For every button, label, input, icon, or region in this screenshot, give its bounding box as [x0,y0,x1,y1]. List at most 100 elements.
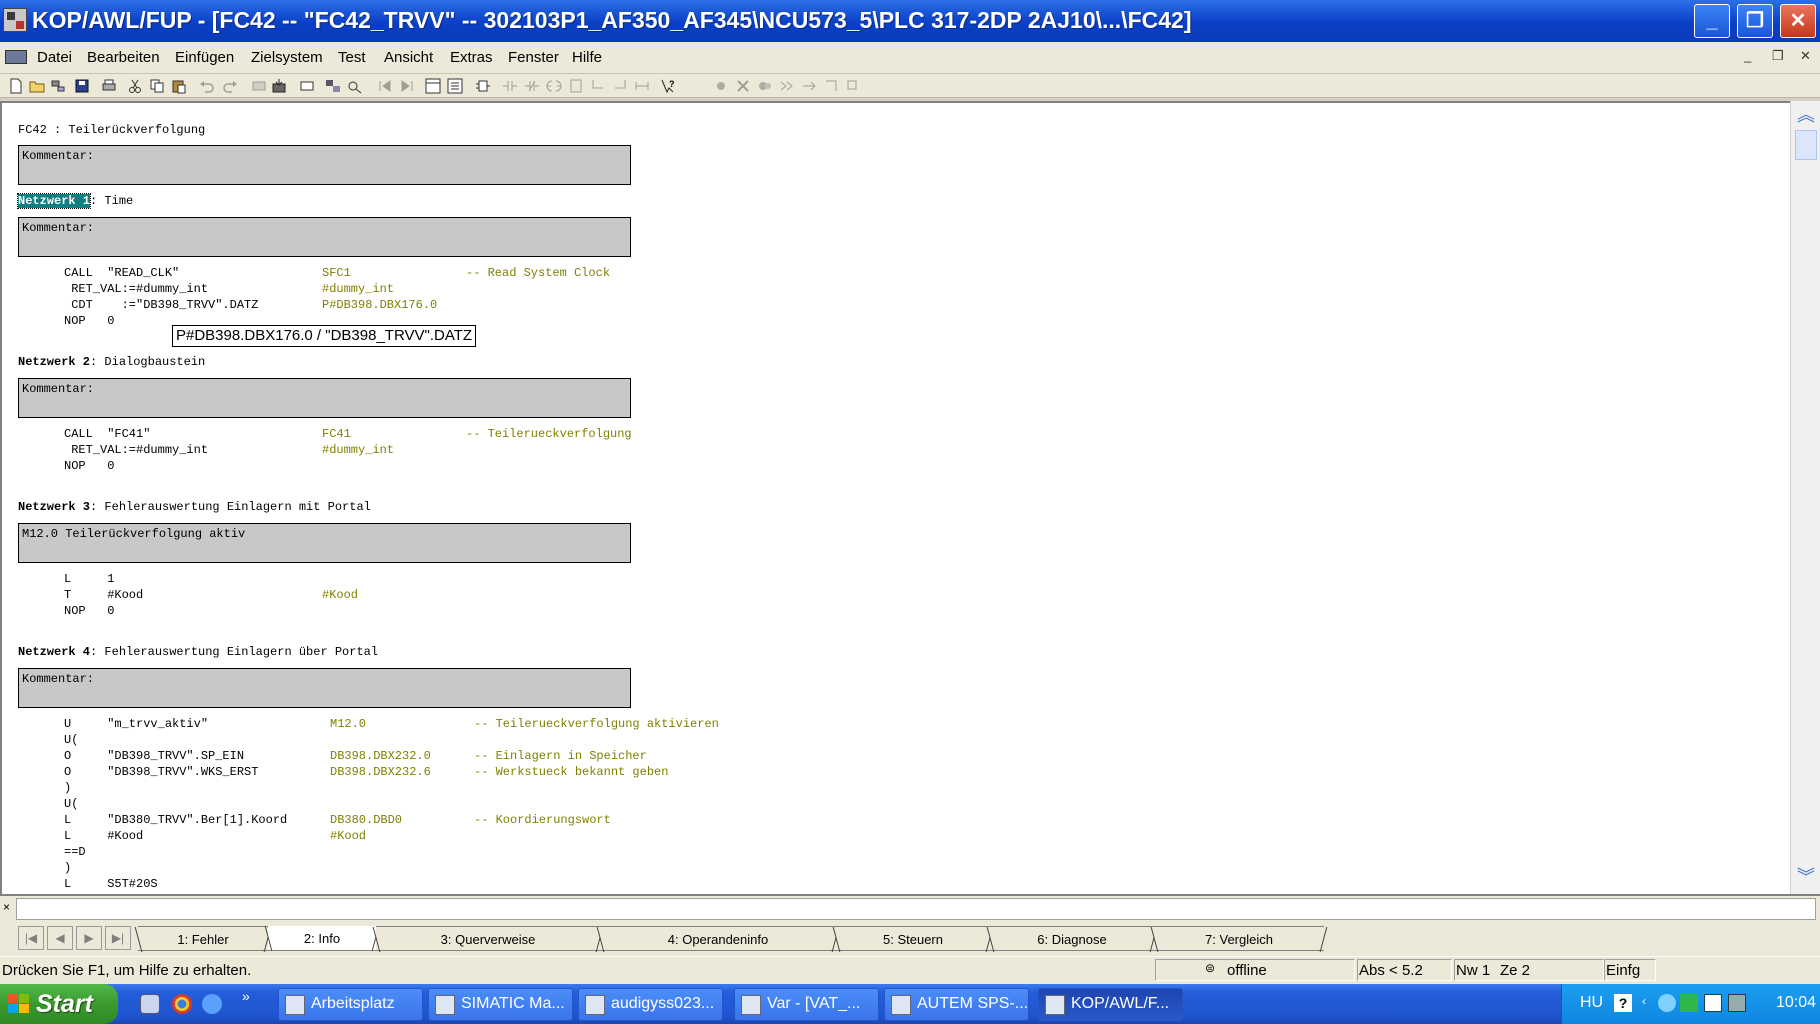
connection-icon[interactable] [634,78,650,94]
stl-line[interactable]: CALL "FC41" [64,427,150,441]
accessible-nodes-icon[interactable] [50,78,66,94]
box-icon[interactable] [568,78,584,94]
tab-steuern[interactable]: 5: Steuern [836,926,990,951]
menu-ansicht[interactable]: Ansicht [384,49,433,66]
minimize-button[interactable]: _ [1694,4,1730,38]
stl-line[interactable]: CDT :="DB398_TRVV".DATZ [64,298,258,312]
load-icon[interactable] [251,78,267,94]
quicklaunch-more-icon[interactable]: » [242,988,250,1004]
language-indicator[interactable]: HU [1580,994,1603,1012]
help-tray-icon[interactable]: ? [1614,994,1632,1012]
restore-button[interactable]: ❐ [1737,4,1773,38]
network-4-comment-box[interactable]: Kommentar: [18,668,631,708]
menu-extras[interactable]: Extras [450,49,493,66]
step-into-icon[interactable] [823,78,839,94]
stl-line[interactable]: U( [64,797,78,811]
stl-line[interactable]: RET_VAL:=#dummy_int [64,282,208,296]
stl-line[interactable]: O "DB398_TRVV".WKS_ERST [64,765,258,779]
stl-line[interactable]: O "DB398_TRVV".SP_EIN [64,749,244,763]
stl-line[interactable]: U "m_trvv_aktiv" [64,717,208,731]
stl-line[interactable]: L S5T#20S [64,877,158,891]
new-icon[interactable] [8,78,24,94]
task-kop-awl-fup[interactable]: KOP/AWL/F... [1038,988,1183,1021]
network-4-label[interactable]: Netzwerk 4: Fehlerauswertung Einlagern ü… [18,645,378,659]
mdi-restore-button[interactable]: ❐ [1772,48,1784,64]
document-icon[interactable] [5,50,27,64]
network-2-comment-box[interactable]: Kommentar: [18,378,631,418]
cut-icon[interactable] [127,78,143,94]
stl-line[interactable]: RET_VAL:=#dummy_int [64,443,208,457]
network-2-label[interactable]: Netzwerk 2: Dialogbaustein [18,355,205,369]
tab-vergleich[interactable]: 7: Vergleich [1154,926,1324,951]
tab-operandeninfo[interactable]: 4: Operandeninfo [600,926,836,951]
open-icon[interactable] [29,78,45,94]
next-network-icon[interactable] [399,78,415,94]
stl-line[interactable]: NOP 0 [64,459,114,473]
scrollbar-thumb[interactable] [1795,130,1817,160]
wifi-shield-icon[interactable] [1658,994,1676,1012]
menu-fenster[interactable]: Fenster [508,49,559,66]
step-over-icon[interactable] [801,78,817,94]
task-simatic-manager[interactable]: SIMATIC Ma... [428,988,573,1021]
paste-icon[interactable] [171,78,187,94]
quicklaunch-ie-icon[interactable] [202,994,222,1014]
coil-icon[interactable] [546,78,562,94]
quicklaunch-outlook-icon[interactable] [140,994,160,1014]
expand-tray-icon[interactable]: ‹ [1642,994,1650,1012]
stl-line[interactable]: ) [64,781,71,795]
scroll-down-icon[interactable]: ︾ [1795,866,1817,888]
mdi-close-button[interactable]: ✕ [1800,48,1811,64]
overview-icon[interactable] [325,78,341,94]
monitor-icon[interactable] [347,78,363,94]
next-tab-icon[interactable]: ▶ [76,926,102,950]
menu-datei[interactable]: Datei [37,49,72,66]
last-tab-icon[interactable]: ▶| [105,926,131,950]
wireless-icon[interactable] [1680,994,1698,1012]
tab-diagnose[interactable]: 6: Diagnose [990,926,1154,951]
quicklaunch-chrome-icon[interactable] [172,994,192,1014]
stl-line[interactable]: L "DB380_TRVV".Ber[1].Koord [64,813,287,827]
step-out-icon[interactable] [845,78,861,94]
stl-line[interactable]: CALL "READ_CLK" [64,266,179,280]
app-icon[interactable] [3,8,27,32]
stl-line[interactable]: U( [64,733,78,747]
window-icon[interactable] [299,78,315,94]
stl-line[interactable]: NOP 0 [64,314,114,328]
start-button[interactable]: Start [0,984,118,1024]
close-button[interactable]: ✕ [1780,4,1816,38]
breakpoint-icon[interactable] [713,78,729,94]
network-3-comment-box[interactable]: M12.0 Teilerückverfolgung aktiv [18,523,631,563]
prev-network-icon[interactable] [377,78,393,94]
prev-tab-icon[interactable]: ◀ [47,926,73,950]
details-close-icon[interactable]: × [3,900,10,914]
task-arbeitsplatz[interactable]: Arbeitsplatz [278,988,423,1021]
lad-view-icon[interactable] [425,78,441,94]
menu-test[interactable]: Test [338,49,366,66]
v-tray-icon[interactable] [1704,994,1722,1012]
stl-line[interactable]: L #Kood [64,829,143,843]
redo-icon[interactable] [222,78,238,94]
help-icon[interactable]: ? [660,78,676,94]
fbd-view-icon[interactable] [475,78,491,94]
menu-zielsystem[interactable]: Zielsystem [251,49,323,66]
monitor-tray-icon[interactable] [1728,994,1746,1012]
tab-info[interactable]: 2: Info [268,926,376,951]
stl-line[interactable]: ==D [64,845,86,859]
task-autem[interactable]: AUTEM SPS-... [884,988,1029,1021]
network-1-comment-box[interactable]: Kommentar: [18,217,631,257]
stl-line[interactable]: NOP 0 [64,604,114,618]
task-var[interactable]: Var - [VAT_... [734,988,879,1021]
mdi-minimize-button[interactable]: _ [1744,48,1751,63]
stl-line[interactable]: L 1 [64,572,114,586]
stl-line[interactable]: ) [64,861,71,875]
download-icon[interactable] [271,78,287,94]
copy-icon[interactable] [149,78,165,94]
stl-line[interactable]: T #Kood [64,588,143,602]
stl-view-icon[interactable] [447,78,463,94]
delete-breakpoint-icon[interactable] [735,78,751,94]
menu-einfuegen[interactable]: Einfügen [175,49,234,66]
network-1-label[interactable]: Netzwerk 1: Time [16,193,133,209]
contact-no-icon[interactable] [502,78,518,94]
step-icon[interactable] [779,78,795,94]
code-editor[interactable]: FC42 : Teilerückverfolgung Kommentar: Ne… [0,101,1790,894]
